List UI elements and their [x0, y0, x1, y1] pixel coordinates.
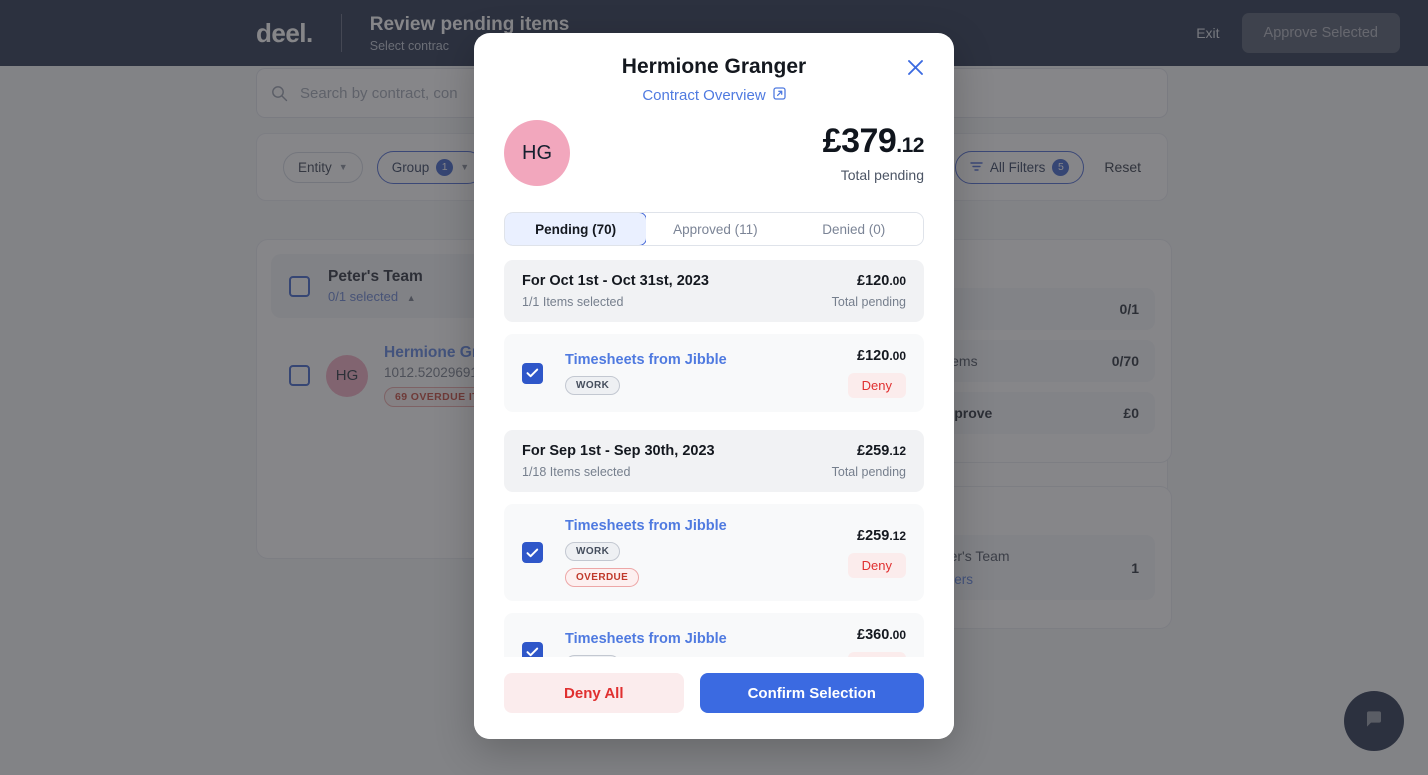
period-group-title: For Oct 1st - Oct 31st, 2023 [522, 273, 709, 289]
item-checkbox[interactable] [522, 362, 543, 384]
period-group-header: For Sep 1st - Sep 30th, 2023 £259.12 1/1… [504, 430, 924, 492]
list-item[interactable]: Timesheets from Jibble WORK OVERDUE £259… [504, 504, 924, 601]
period-group-amount: £259.12 [857, 443, 906, 459]
modal-tabs: Pending (70) Approved (11) Denied (0) [504, 212, 924, 246]
modal-title: Hermione Granger [621, 55, 807, 78]
item-right: £120.00 Deny [847, 348, 906, 398]
total-pending-caption: Total pending [840, 166, 924, 183]
item-right: £360.00 Deny [847, 627, 906, 657]
total-pending-amount: £379.12 [822, 121, 925, 160]
total-pending-amount-cents: .12 [896, 133, 924, 157]
deny-button[interactable]: Deny [847, 552, 906, 578]
item-main: Timesheets from Jibble WORK [565, 352, 826, 395]
period-group-amount-cents: .00 [889, 274, 906, 288]
item-amount-cents: .00 [889, 349, 906, 363]
period-group-caption: Total pending [831, 295, 906, 309]
total-pending-amount-major: £379 [822, 121, 897, 160]
list-item[interactable]: Timesheets from Jibble WORK £360.00 Deny [504, 613, 924, 657]
item-checkbox[interactable] [522, 542, 543, 563]
item-main: Timesheets from Jibble WORK [565, 631, 826, 657]
pending-items-scroll-area[interactable]: For Oct 1st - Oct 31st, 2023 £120.00 1/1… [474, 246, 954, 657]
item-type-badge: WORK [565, 542, 621, 561]
period-group-title: For Sep 1st - Sep 30th, 2023 [522, 443, 715, 459]
item-amount-major: £120 [857, 348, 890, 364]
item-amount: £360.00 [857, 627, 906, 643]
period-group-amount-cents: .12 [889, 444, 906, 458]
item-main: Timesheets from Jibble WORK OVERDUE [565, 518, 826, 587]
tab-denied[interactable]: Denied (0) [784, 213, 923, 245]
tab-approved[interactable]: Approved (11) [646, 213, 785, 245]
item-amount-major: £259 [857, 527, 890, 544]
item-amount: £120.00 [857, 348, 906, 364]
item-amount: £259.12 [857, 528, 906, 544]
item-overdue-badge: OVERDUE [565, 568, 640, 587]
contract-overview-label: Contract Overview [642, 87, 766, 104]
contract-overview-link[interactable]: Contract Overview [504, 87, 924, 104]
item-right: £259.12 Deny [847, 528, 906, 578]
item-name-link[interactable]: Timesheets from Jibble [565, 352, 826, 368]
item-checkbox[interactable] [522, 641, 543, 657]
period-group-header: For Oct 1st - Oct 31st, 2023 £120.00 1/1… [504, 260, 924, 322]
period-group-selected: 1/1 Items selected [522, 295, 624, 309]
external-link-icon [773, 87, 786, 104]
period-group-amount-major: £120 [857, 273, 890, 289]
period-group-selected: 1/18 Items selected [522, 465, 631, 479]
item-name-link[interactable]: Timesheets from Jibble [565, 518, 826, 534]
period-group-amount-major: £259 [857, 443, 890, 459]
total-pending-block: £379.12 Total pending [822, 121, 925, 183]
tab-pending[interactable]: Pending (70) [505, 213, 648, 245]
avatar: HG [504, 120, 570, 186]
contract-detail-modal: Hermione Granger Contract Overview HG £3… [474, 33, 954, 739]
deny-button[interactable]: Deny [847, 373, 906, 398]
period-group-caption: Total pending [831, 465, 906, 479]
item-amount-major: £360 [857, 627, 890, 643]
close-icon[interactable] [902, 54, 928, 80]
modal-footer: Deny All Confirm Selection [474, 657, 954, 739]
list-item[interactable]: Timesheets from Jibble WORK £120.00 Deny [504, 334, 924, 412]
confirm-selection-button[interactable]: Confirm Selection [699, 673, 924, 713]
period-group-amount: £120.00 [857, 273, 906, 289]
deny-button[interactable]: Deny [847, 652, 906, 657]
item-amount-cents: .12 [889, 528, 906, 543]
item-amount-cents: .00 [889, 628, 906, 642]
item-type-badge: WORK [565, 375, 621, 395]
app-root: deel. Review pending items Select contra… [0, 0, 1428, 775]
deny-all-button[interactable]: Deny All [504, 673, 684, 713]
item-type-badge: WORK [565, 654, 621, 657]
modal-header: Hermione Granger Contract Overview [474, 33, 954, 104]
item-name-link[interactable]: Timesheets from Jibble [565, 631, 826, 647]
modal-person-summary: HG £379.12 Total pending [474, 104, 954, 186]
